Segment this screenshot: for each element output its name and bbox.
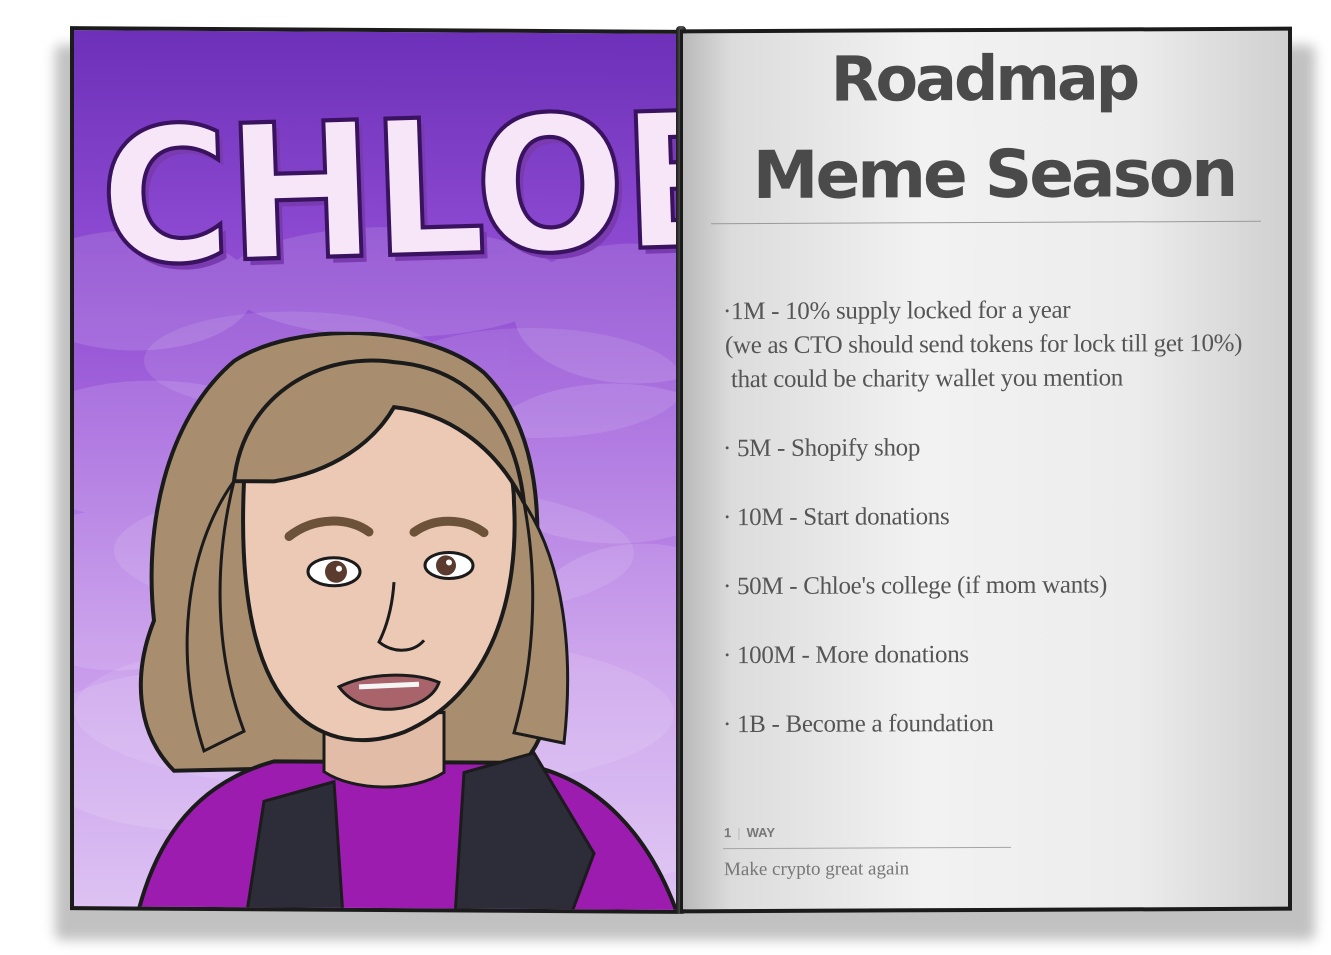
section-name: WAY: [746, 824, 776, 841]
roadmap-item: · 50M - Chloe's college (if mom wants): [723, 571, 1107, 601]
roadmap-item: · 100M - More donations: [723, 641, 969, 670]
roadmap-item: · 1B - Become a foundation: [723, 709, 994, 739]
roadmap-title: Roadmap: [830, 41, 1138, 116]
footer-separator: |: [737, 825, 741, 841]
roadmap-page: Roadmap Meme Season ·1M - 10% supply loc…: [680, 26, 1292, 914]
footer-divider: [723, 846, 1011, 850]
roadmap-item: · 5M - Shopify shop: [723, 434, 921, 463]
tagline: Make crypto great again: [724, 858, 910, 881]
cover-page: CHLOE: [70, 26, 682, 914]
title-divider: [711, 220, 1261, 225]
roadmap-item-note: that could be charity wallet you mention: [725, 364, 1124, 394]
open-book: CHLOE Roadmap Meme Season ·1M - 10% supp…: [70, 26, 1292, 914]
roadmap-item: · 10M - Start donations: [723, 503, 950, 532]
chloe-portrait: [131, 330, 682, 914]
roadmap-item-note: (we as CTO should send tokens for lock t…: [725, 329, 1243, 360]
roadmap-subtitle: Meme Season: [752, 134, 1236, 215]
page-footer-label: 1 | WAY: [724, 825, 775, 840]
roadmap-item: ·1M - 10% supply locked for a year: [723, 296, 1071, 326]
cover-title: CHLOE: [94, 69, 682, 309]
page-number: 1: [724, 825, 732, 841]
roadmap-list: ·1M - 10% supply locked for a year (we a…: [723, 293, 1283, 742]
